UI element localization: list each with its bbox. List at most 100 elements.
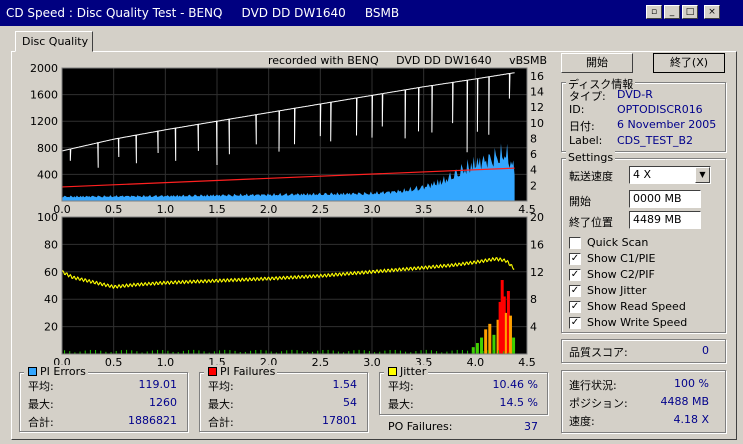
jitter-color-swatch: [388, 367, 397, 376]
checkbox[interactable]: ✓: [569, 253, 581, 265]
disc-info-label: 日付:: [569, 120, 595, 133]
quality-score-label: 品質スコア:: [569, 346, 628, 359]
stat-label: 平均:: [28, 380, 54, 393]
stat-value: 119.01: [138, 378, 178, 391]
start-button[interactable]: 開始: [561, 53, 633, 73]
progress-value: 4488 MB: [660, 395, 709, 408]
end-pos-label: 終了位置: [569, 216, 613, 229]
y-tick-label: 60: [44, 266, 58, 279]
y-tick-label: 800: [37, 142, 58, 155]
stat-value: 54: [343, 396, 357, 409]
disc-info-label: Label:: [569, 134, 603, 147]
stat-label: 平均:: [388, 380, 414, 393]
tab-disc-quality[interactable]: Disc Quality: [15, 31, 93, 52]
y-tick-label: 2000: [30, 62, 58, 75]
exit-button[interactable]: 終了(X): [653, 53, 725, 73]
y-tick-label: 400: [37, 168, 58, 181]
stat-label: 最大:: [388, 398, 414, 411]
po-failures-label: PO Failures:: [388, 420, 453, 433]
start-pos-input[interactable]: 0000 MB: [629, 190, 701, 208]
pi-failure-bar: [389, 349, 391, 354]
y2-tick-label: 6: [530, 148, 537, 161]
pi-failure-bar: [384, 350, 386, 354]
pi-failure-bar: [219, 350, 221, 354]
stat-label: 平均:: [208, 380, 234, 393]
progress-value: 100 %: [674, 377, 709, 390]
pi-failures-color-swatch: [208, 367, 217, 376]
pi-failure-bar: [291, 349, 293, 354]
x-tick-label: 1.5: [208, 203, 226, 216]
checkbox-label: Quick Scan: [587, 236, 649, 249]
x-tick-label: 4.0: [467, 203, 485, 216]
pi-failure-bar: [198, 350, 200, 354]
checkbox-label: Show Write Speed: [587, 316, 688, 329]
x-tick-label: 3.0: [363, 203, 381, 216]
checkbox[interactable]: [569, 237, 581, 249]
speed-select[interactable]: 4 X ▼: [629, 166, 711, 184]
pi-failure-bar: [327, 349, 329, 354]
checkbox[interactable]: ✓: [569, 317, 581, 329]
pi-failure-bar: [394, 349, 396, 354]
disc-info-value: 6 November 2005: [617, 118, 717, 131]
checkbox[interactable]: ✓: [569, 285, 581, 297]
pi-failure-bar: [255, 350, 257, 354]
y2-tick-label: 4: [530, 164, 537, 177]
disc-info-label: ID:: [569, 103, 585, 116]
pi-failure-bar: [95, 350, 97, 354]
x-tick-label: 0.5: [105, 356, 123, 369]
pi-failure-bar: [451, 350, 453, 354]
pi-failure-bar: [430, 350, 432, 354]
progress-value: 4.18 X: [673, 413, 709, 426]
progress-label: 進行状況:: [569, 379, 617, 392]
checkbox[interactable]: ✓: [569, 269, 581, 281]
y2-tick-label: 8: [530, 293, 537, 306]
x-tick-label: 4.0: [467, 356, 485, 369]
y2-tick-label: 4: [530, 321, 537, 334]
start-pos-label: 開始: [569, 195, 591, 208]
pi-failure-bar: [120, 350, 122, 354]
progress-label: ポジション:: [569, 397, 628, 410]
pi-failure-bar: [188, 350, 190, 354]
x-tick-label: 0.5: [105, 203, 123, 216]
x-tick-label: 2.5: [312, 203, 330, 216]
pi-failure-bar: [131, 350, 133, 354]
y2-tick-label: 16: [530, 238, 544, 251]
pi-failure-bar: [162, 350, 164, 354]
pi-failure-bar: [193, 349, 195, 354]
y-tick-label: 40: [44, 293, 58, 306]
stat-value: 1886821: [128, 414, 177, 427]
stat-value: 1.54: [332, 378, 358, 391]
pi-failure-bar: [358, 349, 360, 354]
pi-failure-bar: [508, 315, 512, 354]
pi-failure-bar: [420, 350, 422, 354]
pi-failure-bar: [488, 323, 492, 354]
pi-failure-bar: [157, 349, 159, 354]
pi-failure-bar: [265, 350, 267, 354]
checkbox-label: Show Jitter: [587, 284, 647, 297]
chevron-down-icon[interactable]: ▼: [695, 167, 710, 183]
disc-info-value: CDS_TEST_B2: [617, 134, 694, 147]
pi-failure-bar: [286, 350, 288, 354]
stat-value: 14.5 %: [499, 396, 538, 409]
end-pos-input[interactable]: 4489 MB: [629, 211, 701, 229]
pi-failure-bar: [322, 350, 324, 354]
pi-failure-bar: [456, 349, 458, 354]
y2-tick-label: 16: [530, 70, 544, 83]
speed-value: 4 X: [633, 168, 652, 181]
pi-failure-bar: [353, 350, 355, 354]
pi-failure-bar: [84, 350, 86, 354]
checkbox[interactable]: ✓: [569, 301, 581, 313]
quality-score-value: 0: [702, 344, 709, 357]
pi-failure-bar: [64, 350, 66, 354]
pi-failure-bar: [332, 350, 334, 354]
pi-failure-bar: [229, 350, 231, 354]
pi-failure-bar: [151, 350, 153, 354]
pi-failure-bar: [89, 349, 91, 354]
stat-label: 最大:: [28, 398, 54, 411]
speed-label: 転送速度: [569, 170, 613, 183]
stat-label: 合計:: [28, 416, 54, 429]
pi-failure-bar: [126, 349, 128, 354]
pi-failure-bar: [399, 350, 401, 354]
pi-failure-bar: [461, 349, 463, 354]
pi-errors-color-swatch: [28, 367, 37, 376]
